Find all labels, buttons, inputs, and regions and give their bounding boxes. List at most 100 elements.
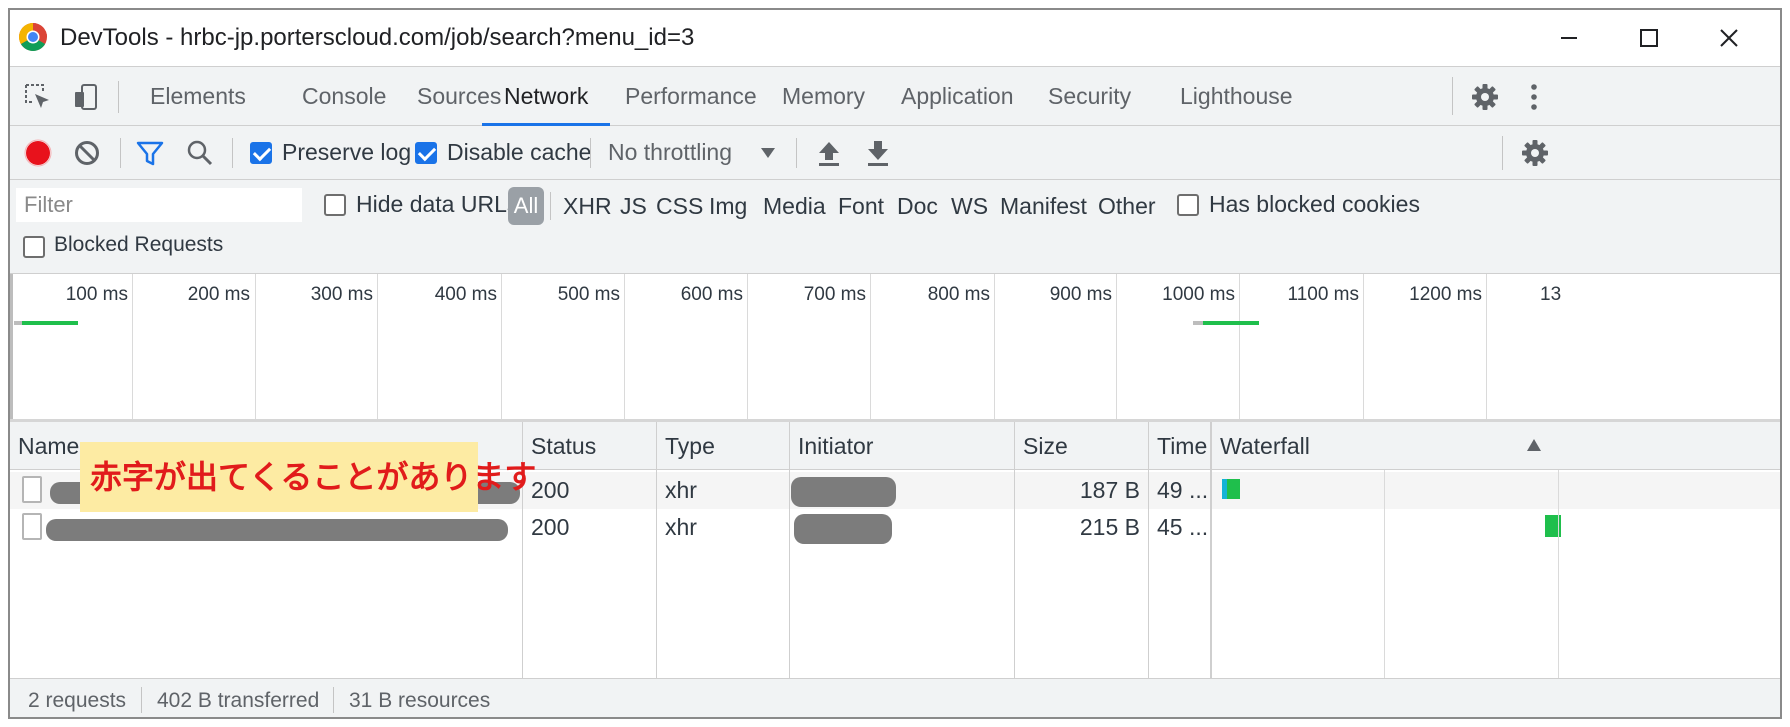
file-icon — [22, 476, 42, 503]
waterfall-grid-line — [1558, 470, 1559, 678]
type-cell: xhr — [665, 477, 697, 503]
upload-icon[interactable] — [809, 133, 849, 173]
preserve-log-label[interactable]: Preserve log — [282, 139, 411, 166]
tick-label: 1100 ms — [1287, 284, 1359, 305]
type-filter-all[interactable]: All — [508, 187, 544, 225]
filter-input[interactable] — [16, 188, 302, 222]
column-divider — [1210, 422, 1212, 678]
type-filter-xhr[interactable]: XHR — [563, 180, 612, 232]
tick-label: 700 ms — [803, 284, 866, 305]
network-settings-icon[interactable] — [1515, 133, 1555, 173]
clear-icon[interactable] — [67, 133, 107, 173]
status-bar: 2 requests 402 B transferred 31 B resour… — [10, 678, 1780, 717]
hide-data-urls-label[interactable]: Hide data URLs — [356, 191, 518, 218]
sort-ascending-icon[interactable] — [1526, 438, 1542, 457]
has-blocked-cookies-checkbox[interactable] — [1177, 194, 1199, 216]
grid-line — [1486, 274, 1487, 419]
column-status[interactable]: Status — [531, 422, 596, 470]
preserve-log-checkbox[interactable] — [250, 142, 272, 164]
type-filter-doc[interactable]: Doc — [897, 180, 938, 232]
waterfall-grid-line — [1384, 470, 1385, 678]
close-icon[interactable] — [1684, 10, 1774, 66]
tab-lighthouse[interactable]: Lighthouse — [1180, 67, 1293, 125]
tab-security[interactable]: Security — [1048, 67, 1131, 125]
annotation-callout: 赤字が出てくることがあります — [80, 442, 536, 512]
tick-label: 400 ms — [434, 284, 497, 305]
tab-console[interactable]: Console — [302, 67, 386, 125]
file-icon — [22, 513, 42, 540]
download-icon[interactable] — [858, 133, 898, 173]
overview-request-bar — [22, 321, 78, 325]
tick-label: 13 — [1540, 284, 1562, 305]
type-filter-css[interactable]: CSS — [656, 180, 703, 232]
size-cell: 215 B — [1079, 514, 1140, 540]
throttling-select[interactable]: No throttling — [608, 139, 732, 166]
toolbar-separator — [1502, 136, 1503, 170]
column-size[interactable]: Size — [1023, 422, 1068, 470]
blocked-requests-checkbox[interactable] — [23, 236, 45, 258]
window-title: DevTools - hrbc-jp.porterscloud.com/job/… — [60, 24, 695, 51]
toolbar-separator — [796, 138, 797, 168]
table-row[interactable]: 200 xhr 215 B 45 ... — [10, 509, 1780, 546]
toolbar-separator — [232, 138, 233, 168]
minimize-icon[interactable] — [1524, 10, 1614, 66]
size-cell: 187 B — [1079, 477, 1140, 503]
tick-label: 200 ms — [187, 284, 250, 305]
column-time[interactable]: Time — [1157, 422, 1207, 470]
tick-label: 1000 ms — [1162, 284, 1235, 305]
inspect-element-icon[interactable] — [18, 77, 58, 117]
type-filter-font[interactable]: Font — [838, 180, 884, 232]
title-bar: DevTools - hrbc-jp.porterscloud.com/job/… — [10, 10, 1780, 66]
tick-label: 100 ms — [65, 284, 128, 305]
column-name[interactable]: Name — [18, 422, 79, 470]
hide-data-urls-checkbox[interactable] — [324, 194, 346, 216]
timeline-overview[interactable]: 100 ms 200 ms 300 ms 400 ms 500 ms 600 m… — [10, 274, 1780, 422]
toolbar-separator — [120, 138, 121, 168]
requests-count: 2 requests — [28, 689, 127, 712]
panel-tab-bar: Elements Console Sources Network Perform… — [10, 66, 1780, 126]
settings-icon[interactable] — [1465, 77, 1505, 117]
tick-label: 800 ms — [927, 284, 990, 305]
type-cell: xhr — [665, 514, 697, 540]
column-type[interactable]: Type — [665, 422, 715, 470]
column-divider — [656, 422, 657, 678]
search-icon[interactable] — [180, 133, 220, 173]
tab-sources[interactable]: Sources — [417, 67, 501, 125]
record-icon[interactable] — [18, 133, 58, 173]
filter-icon[interactable] — [130, 133, 170, 173]
type-filter-other[interactable]: Other — [1098, 180, 1156, 232]
waterfall-bar — [1222, 479, 1240, 499]
filter-bar: Hide data URLs All XHR JS CSS Img Media … — [10, 180, 1780, 274]
tab-application[interactable]: Application — [901, 67, 1014, 125]
type-filter-js[interactable]: JS — [620, 180, 647, 232]
chevron-down-icon[interactable] — [748, 133, 788, 173]
column-initiator[interactable]: Initiator — [798, 422, 873, 470]
type-filter-ws[interactable]: WS — [951, 180, 988, 232]
has-blocked-cookies-label[interactable]: Has blocked cookies — [1209, 191, 1420, 218]
redacted-initiator[interactable] — [791, 477, 896, 507]
column-divider — [789, 422, 790, 678]
status-cell: 200 — [531, 514, 570, 540]
toolbar-separator — [590, 138, 591, 168]
more-options-icon[interactable] — [1514, 77, 1554, 117]
tab-performance[interactable]: Performance — [625, 67, 757, 125]
type-filter-img[interactable]: Img — [709, 180, 747, 232]
tab-elements[interactable]: Elements — [150, 67, 246, 125]
disable-cache-label[interactable]: Disable cache — [447, 139, 591, 166]
disable-cache-checkbox[interactable] — [415, 142, 437, 164]
tick-label: 500 ms — [557, 284, 620, 305]
status-separator — [141, 687, 142, 713]
device-toolbar-icon[interactable] — [66, 77, 106, 117]
tick-label: 1200 ms — [1409, 284, 1482, 305]
column-divider — [1148, 422, 1149, 678]
maximize-icon[interactable] — [1604, 10, 1694, 66]
blocked-requests-label[interactable]: Blocked Requests — [54, 233, 223, 257]
column-waterfall[interactable]: Waterfall — [1220, 422, 1310, 470]
type-filter-media[interactable]: Media — [763, 180, 826, 232]
tab-network[interactable]: Network — [481, 67, 611, 126]
network-toolbar: Preserve log Disable cache No throttling — [10, 126, 1780, 180]
type-filter-manifest[interactable]: Manifest — [1000, 180, 1087, 232]
redacted-initiator[interactable] — [794, 514, 892, 544]
tab-memory[interactable]: Memory — [782, 67, 865, 125]
chrome-icon — [19, 23, 47, 51]
